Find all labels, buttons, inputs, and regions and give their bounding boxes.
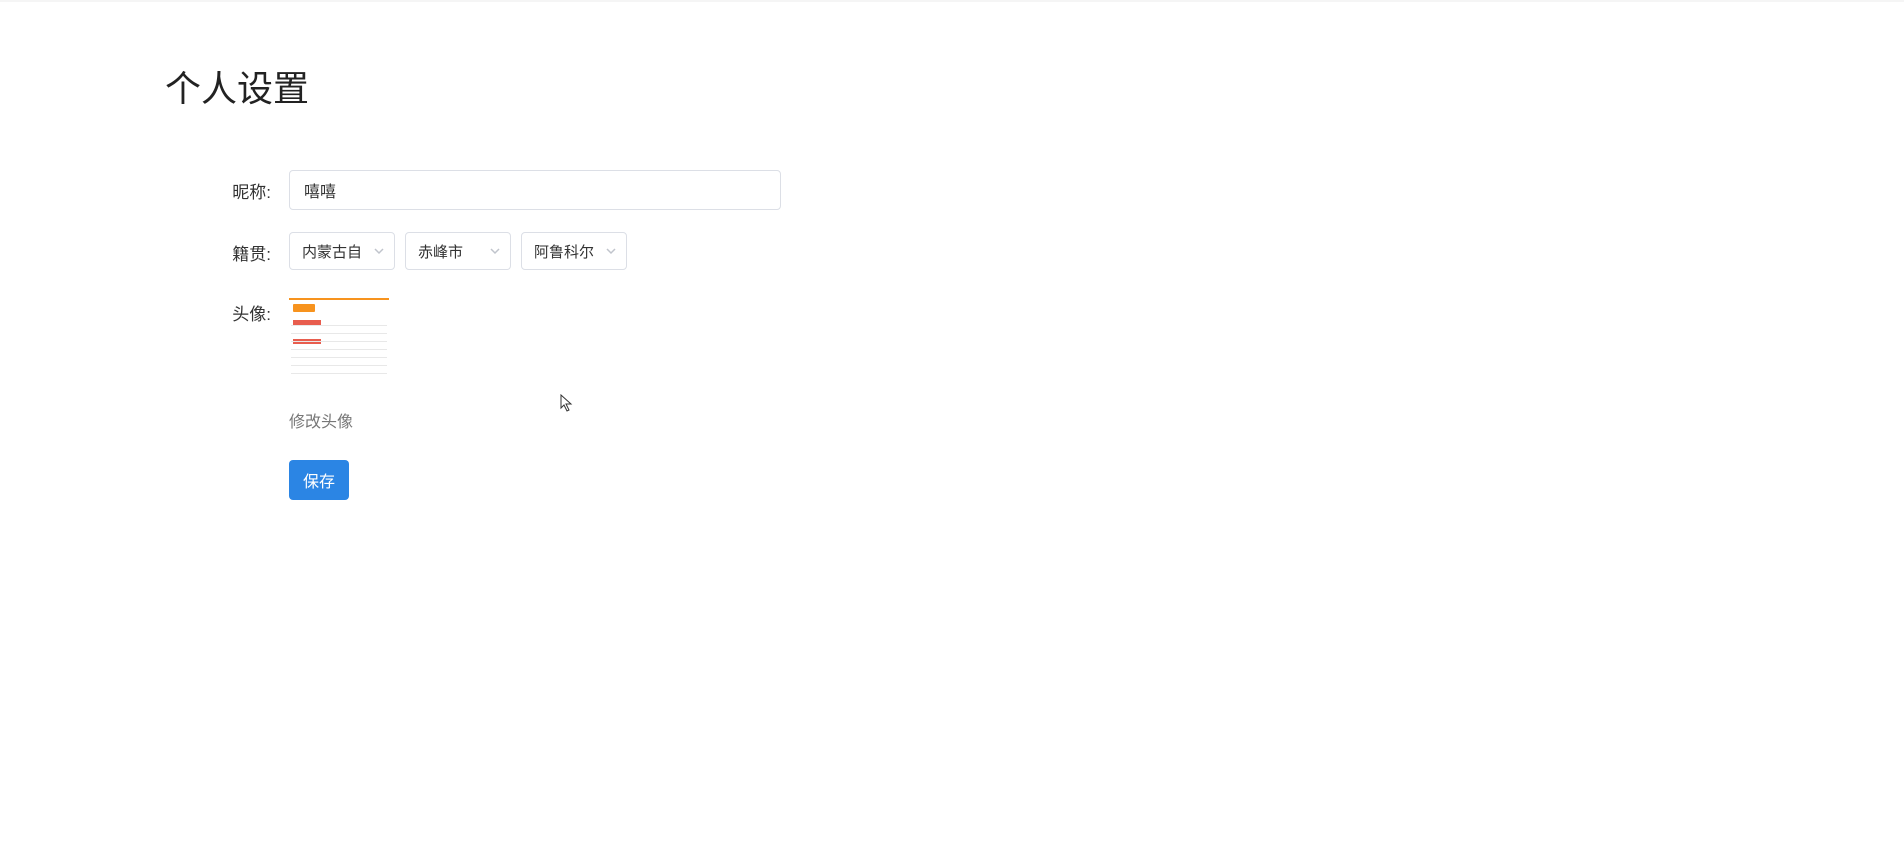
city-value: 赤峰市 xyxy=(418,241,463,262)
avatar-image xyxy=(289,292,389,392)
district-value: 阿鲁科尔 xyxy=(534,241,594,262)
nickname-label: 昵称: xyxy=(165,170,289,203)
province-value: 内蒙古自 xyxy=(302,241,362,262)
avatar-preview[interactable] xyxy=(289,292,389,392)
settings-container: 个人设置 昵称: 籍贯: 内蒙古自 赤峰市 xyxy=(0,42,1904,500)
chevron-down-icon xyxy=(372,244,386,258)
city-select[interactable]: 赤峰市 xyxy=(405,232,511,270)
avatar-row: 头像: 修改头像 保存 xyxy=(165,292,1904,500)
change-avatar-link[interactable]: 修改头像 xyxy=(289,408,389,432)
top-divider xyxy=(0,0,1904,2)
chevron-down-icon xyxy=(488,244,502,258)
district-select[interactable]: 阿鲁科尔 xyxy=(521,232,627,270)
hometown-row: 籍贯: 内蒙古自 赤峰市 阿鲁科尔 xyxy=(165,232,1904,270)
chevron-down-icon xyxy=(604,244,618,258)
nickname-row: 昵称: xyxy=(165,170,1904,210)
avatar-label: 头像: xyxy=(165,292,289,325)
nickname-input[interactable] xyxy=(289,170,781,210)
province-select[interactable]: 内蒙古自 xyxy=(289,232,395,270)
save-button[interactable]: 保存 xyxy=(289,460,349,500)
hometown-label: 籍贯: xyxy=(165,232,289,265)
page-title: 个人设置 xyxy=(165,60,1904,112)
